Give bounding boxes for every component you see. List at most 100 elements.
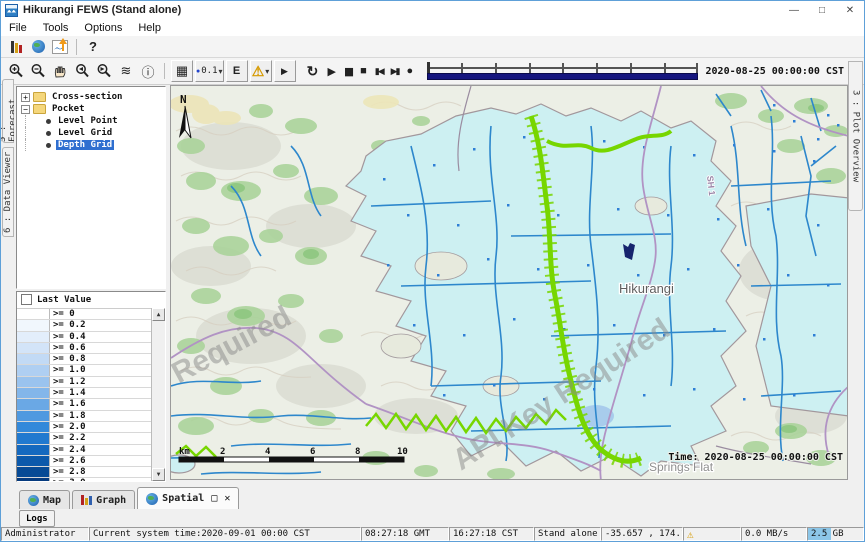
sidebar-tab-forecast[interactable]: 5 : Forecast xyxy=(2,79,14,143)
last-value-checkbox[interactable] xyxy=(21,294,32,305)
collapse-icon[interactable]: − xyxy=(21,105,30,114)
tab-restore-icon[interactable]: □ xyxy=(211,493,217,504)
scroll-down-icon[interactable]: ▼ xyxy=(152,468,165,481)
legend-row[interactable]: >= 0.2 xyxy=(17,320,151,331)
map-viewport[interactable]: API Key Required API Key Required Hikura… xyxy=(170,85,848,480)
compass-n-label: N xyxy=(180,93,187,106)
legend-row[interactable]: >= 0 xyxy=(17,309,151,320)
map-toolbar: ≋ ⓘ ▦ ●0.1▾ E ⚠▾ ▶ ↻ ▶ ▮▮ ■ ▮◀ ▶▮ ● 2020… xyxy=(1,58,864,85)
tab-map[interactable]: Map xyxy=(19,490,70,509)
step-back-button[interactable]: ▮◀ xyxy=(375,66,383,77)
tree-item-pocket[interactable]: − Pocket xyxy=(17,103,165,115)
legend-row[interactable]: >= 1.6 xyxy=(17,399,151,410)
legend-swatch xyxy=(17,456,50,466)
legend-label: >= 0.4 xyxy=(50,332,151,342)
legend-row[interactable]: >= 2.6 xyxy=(17,456,151,467)
logs-button[interactable]: Logs xyxy=(19,510,55,527)
record-button[interactable]: ● xyxy=(407,65,414,77)
layers-button[interactable]: ≋ xyxy=(116,61,136,81)
stop-button[interactable]: ■ xyxy=(360,65,367,77)
chevron-down-icon: ▾ xyxy=(219,67,223,76)
menu-help[interactable]: Help xyxy=(130,22,169,34)
info-button[interactable]: ⓘ xyxy=(138,61,158,81)
thresholds-dropdown[interactable]: ⚠▾ xyxy=(250,60,272,82)
legend-row[interactable]: >= 0.6 xyxy=(17,343,151,354)
animation-button[interactable]: ▶ xyxy=(274,60,296,82)
tree-item-label: Depth Grid xyxy=(56,140,114,150)
legend-scrollbar[interactable]: ▲ ▼ xyxy=(151,308,165,481)
pause-button[interactable]: ▮▮ xyxy=(344,65,352,78)
sidebar-tab-plot-overview[interactable]: 3 : Plot Overview xyxy=(848,61,863,211)
menu-tools[interactable]: Tools xyxy=(35,22,77,34)
title-bar: Hikurangi FEWS (Stand alone) — □ ✕ xyxy=(1,1,864,20)
menu-options[interactable]: Options xyxy=(76,22,130,34)
minimize-button[interactable]: — xyxy=(780,1,808,19)
tree-indent xyxy=(25,115,44,127)
tab-close-icon[interactable]: ✕ xyxy=(224,493,230,504)
legend-swatch xyxy=(17,354,50,364)
legend-row[interactable]: >= 1.2 xyxy=(17,377,151,388)
legend-swatch xyxy=(17,320,50,330)
legend-row[interactable]: >= 2.0 xyxy=(17,422,151,433)
tree-item-cross-section[interactable]: + Cross-section xyxy=(17,91,165,103)
legend-row[interactable]: >= 1.4 xyxy=(17,388,151,399)
spatial-display-icon[interactable] xyxy=(28,37,48,57)
tree-item-level-point[interactable]: Level Point xyxy=(17,115,165,127)
scale-toggle-button[interactable]: E xyxy=(226,60,248,82)
grid-toggle-button[interactable]: ▦ xyxy=(171,60,193,82)
toolbar-separator xyxy=(76,39,77,55)
warning-icon: ⚠ xyxy=(252,63,265,80)
timeline-slider[interactable] xyxy=(427,62,697,80)
legend-row[interactable]: >= 2.2 xyxy=(17,433,151,444)
legend-swatch xyxy=(17,399,50,409)
bullet-icon xyxy=(46,131,51,136)
database-explorer-icon[interactable] xyxy=(6,37,26,57)
legend-row[interactable]: >= 0.4 xyxy=(17,332,151,343)
pan-button[interactable] xyxy=(50,61,70,81)
close-button[interactable]: ✕ xyxy=(836,1,864,19)
expand-icon[interactable]: + xyxy=(21,93,30,102)
status-memory: 2.5 GB xyxy=(807,527,864,541)
play-button[interactable]: ▶ xyxy=(328,65,336,78)
zoom-next-icon xyxy=(96,63,112,79)
zoom-out-icon xyxy=(30,63,46,79)
timeline-tick xyxy=(664,63,666,73)
scroll-up-icon[interactable]: ▲ xyxy=(152,308,165,321)
zoom-in-button[interactable] xyxy=(6,61,26,81)
legend-row[interactable]: >= 2.8 xyxy=(17,467,151,478)
tab-graph[interactable]: Graph xyxy=(72,490,135,509)
legend-header: Last Value xyxy=(17,292,165,307)
legend-row[interactable]: >= 2.4 xyxy=(17,445,151,456)
interval-dropdown[interactable]: ●0.1▾ xyxy=(195,60,224,82)
interval-value: 0.1 xyxy=(201,66,217,76)
menu-bar: File Tools Options Help xyxy=(1,19,864,37)
timestep-button[interactable]: ↻ xyxy=(303,61,323,81)
tab-spatial[interactable]: Spatial □ ✕ xyxy=(137,487,239,509)
legend-row[interactable]: >= 3.0 xyxy=(17,478,151,481)
menu-file[interactable]: File xyxy=(1,22,35,34)
legend-row[interactable]: >= 1.0 xyxy=(17,365,151,376)
zoom-previous-button[interactable] xyxy=(72,61,92,81)
tree-indent xyxy=(25,139,44,151)
zoom-next-button[interactable] xyxy=(94,61,114,81)
tree-item-level-grid[interactable]: Level Grid xyxy=(17,127,165,139)
warning-icon[interactable]: ⚠ xyxy=(687,528,694,541)
scale-tick: 4 xyxy=(265,447,271,457)
sidebar-tab-data-viewer[interactable]: 6 : Data Viewer xyxy=(2,147,14,237)
legend-label: >= 0.2 xyxy=(50,320,151,330)
legend-label: >= 2.0 xyxy=(50,422,151,432)
step-forward-button[interactable]: ▶▮ xyxy=(391,66,399,77)
timeseries-display-icon[interactable] xyxy=(50,37,70,57)
zoom-out-button[interactable] xyxy=(28,61,48,81)
legend-row[interactable]: >= 0.8 xyxy=(17,354,151,365)
status-user: Administrator xyxy=(1,527,89,541)
legend-row[interactable]: >= 1.8 xyxy=(17,411,151,422)
bars-glyph xyxy=(11,41,22,53)
legend-list: >= 0>= 0.2 >= 0.4>= 0.6>= 0.8>= 1.0>= 1.2… xyxy=(17,308,151,481)
tree-item-label: Level Point xyxy=(56,116,120,126)
help-button[interactable]: ? xyxy=(83,37,103,57)
tree-item-depth-grid[interactable]: Depth Grid xyxy=(17,139,165,151)
legend-label: >= 1.2 xyxy=(50,377,151,387)
legend-label: >= 0.6 xyxy=(50,343,151,353)
maximize-button[interactable]: □ xyxy=(808,1,836,19)
